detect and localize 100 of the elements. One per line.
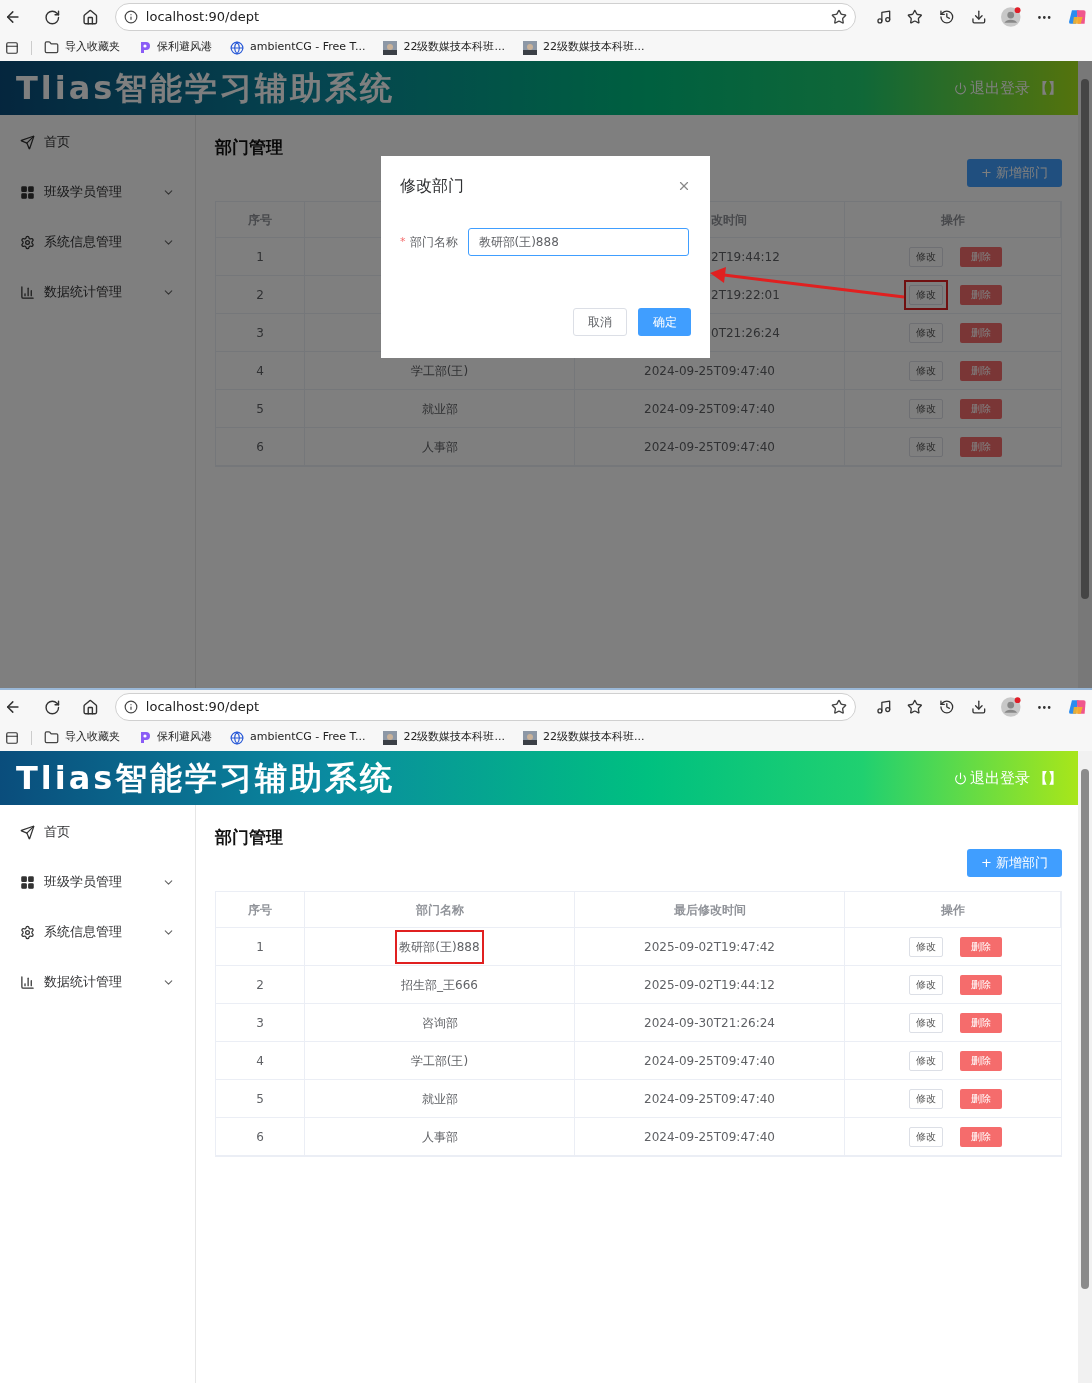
index-cell-text: 3 <box>256 324 264 342</box>
index-cell-text: 2 <box>256 976 264 994</box>
edit-button[interactable]: 修改 <box>909 398 943 419</box>
time-cell-text: 2024-09-25T09:47:40 <box>644 1090 775 1108</box>
index-cell-text: 3 <box>256 1014 264 1032</box>
sidebar-item[interactable]: 数据统计管理 <box>0 957 195 1007</box>
favorites-icon[interactable] <box>907 9 924 25</box>
send-icon <box>20 824 35 840</box>
bookmark-item[interactable]: ambientCG - Free T... <box>230 39 366 56</box>
folder-icon <box>44 730 59 745</box>
department-name-cell-text: 咨询部 <box>420 1014 459 1032</box>
edit-button[interactable]: 修改 <box>909 284 943 305</box>
sidebar-item[interactable]: 班级学员管理 <box>0 167 195 217</box>
info-icon <box>123 10 138 24</box>
column-header: 最后修改时间 <box>673 901 746 919</box>
sidebar-item[interactable]: 系统信息管理 <box>0 907 195 957</box>
history-icon[interactable] <box>939 9 955 25</box>
send-icon <box>20 134 35 150</box>
time-cell-text: 2024-09-25T09:47:40 <box>644 1128 775 1146</box>
department-name-cell: 教研部(王)888 <box>395 929 484 964</box>
edit-button[interactable]: 修改 <box>909 974 943 995</box>
close-icon[interactable] <box>677 179 691 193</box>
download-icon[interactable] <box>970 9 987 25</box>
folder-icon <box>44 40 59 55</box>
edit-button[interactable]: 修改 <box>909 322 943 343</box>
sidebar-item[interactable]: 首页 <box>0 117 195 167</box>
tab-actions-icon[interactable] <box>5 40 19 55</box>
scrollbar[interactable] <box>1078 751 1092 1383</box>
department-name-input[interactable]: 教研部(王)888 <box>467 228 689 256</box>
bookmark-item[interactable]: ambientCG - Free T... <box>230 729 366 746</box>
column-header: 操作 <box>940 901 965 919</box>
power-icon <box>954 771 967 785</box>
reload-icon[interactable] <box>43 8 61 26</box>
department-name-cell-text: 人事部 <box>420 438 459 456</box>
assistant-logo-icon[interactable] <box>1068 697 1088 717</box>
bracket-text: 【】 <box>1034 78 1062 98</box>
index-cell-text: 1 <box>256 938 264 956</box>
home-icon[interactable] <box>82 8 99 26</box>
music-note-icon[interactable] <box>875 9 892 25</box>
sidebar-item[interactable]: 系统信息管理 <box>0 217 195 267</box>
favorite-star-icon[interactable] <box>830 699 847 715</box>
edit-button[interactable]: 修改 <box>909 246 943 267</box>
sidebar-item[interactable]: 首页 <box>0 807 195 857</box>
globe-icon <box>230 730 244 745</box>
column-header: 部门名称 <box>415 901 464 919</box>
favorite-star-icon[interactable] <box>830 9 847 25</box>
app-title: Tlias智能学习辅助系统 <box>16 68 397 109</box>
bookmark-item[interactable]: 保利避风港 <box>138 39 212 56</box>
index-cell-text: 5 <box>256 1090 264 1108</box>
app-title: Tlias智能学习辅助系统 <box>16 758 397 799</box>
home-icon[interactable] <box>82 698 99 716</box>
edit-button[interactable]: 修改 <box>909 936 943 957</box>
assistant-logo-icon[interactable] <box>1068 7 1088 27</box>
bookmark-item[interactable]: 导入收藏夹 <box>44 39 120 56</box>
bookmark-item[interactable]: 导入收藏夹 <box>44 729 120 746</box>
index-cell-text: 5 <box>256 400 264 418</box>
music-note-icon[interactable] <box>875 699 892 715</box>
bookmark-item[interactable]: 保利避风港 <box>138 729 212 746</box>
time-cell-text: 2T19:44:12 <box>711 248 780 266</box>
address-bar[interactable]: localhost:90/dept <box>114 3 856 31</box>
department-name-cell-text: 学工部(王) <box>409 1052 470 1070</box>
time-cell-text: 2025-09-02T19:44:12 <box>644 976 775 994</box>
scrollbar[interactable] <box>1078 61 1092 688</box>
edit-button[interactable]: 修改 <box>909 1126 943 1147</box>
dialog-title: 修改部门 <box>400 175 464 197</box>
address-bar[interactable]: localhost:90/dept <box>114 693 856 721</box>
settings-icon <box>20 234 35 250</box>
reload-icon[interactable] <box>43 698 61 716</box>
cancel-button[interactable]: 取消 <box>573 308 627 336</box>
download-icon[interactable] <box>970 699 987 715</box>
bookmark-item[interactable]: 22级数媒技本科班... <box>522 39 645 56</box>
bar-chart-icon <box>20 974 35 990</box>
department-name-cell-text: 招生部_王666 <box>400 976 479 994</box>
edit-button[interactable]: 修改 <box>909 1088 943 1109</box>
sidebar-item[interactable]: 数据统计管理 <box>0 267 195 317</box>
sidebar-item[interactable]: 班级学员管理 <box>0 857 195 907</box>
time-cell-text: 2024-09-25T09:47:40 <box>644 362 775 380</box>
edit-button[interactable]: 修改 <box>909 1012 943 1033</box>
index-cell-text: 4 <box>256 1052 264 1070</box>
index-cell-text: 2 <box>256 286 264 304</box>
field-label: 部门名称 <box>409 234 458 251</box>
bookmark-item[interactable]: 22级数媒技本科班... <box>522 729 645 746</box>
power-icon <box>954 81 967 95</box>
edit-button[interactable]: 修改 <box>909 436 943 457</box>
bracket-text: 【】 <box>1034 768 1062 788</box>
site-logo-icon <box>138 41 151 54</box>
history-icon[interactable] <box>939 699 955 715</box>
edit-button[interactable]: 修改 <box>909 1050 943 1071</box>
bookmark-item[interactable]: 22级数媒技本科班... <box>383 729 505 746</box>
avatar-icon[interactable] <box>1000 6 1022 28</box>
time-cell-text: 2024-09-25T09:47:40 <box>644 438 775 456</box>
time-cell-text: 0T21:26:24 <box>711 324 780 342</box>
tab-actions-icon[interactable] <box>5 730 19 745</box>
edit-button[interactable]: 修改 <box>909 360 943 381</box>
time-cell-text: 2T19:22:01 <box>711 286 780 304</box>
bookmark-item[interactable]: 22级数媒技本科班... <box>383 39 505 56</box>
globe-icon <box>230 40 244 55</box>
avatar-icon[interactable] <box>1000 696 1022 718</box>
favorites-icon[interactable] <box>907 699 924 715</box>
department-name-cell-text: 学工部(王) <box>409 362 470 380</box>
